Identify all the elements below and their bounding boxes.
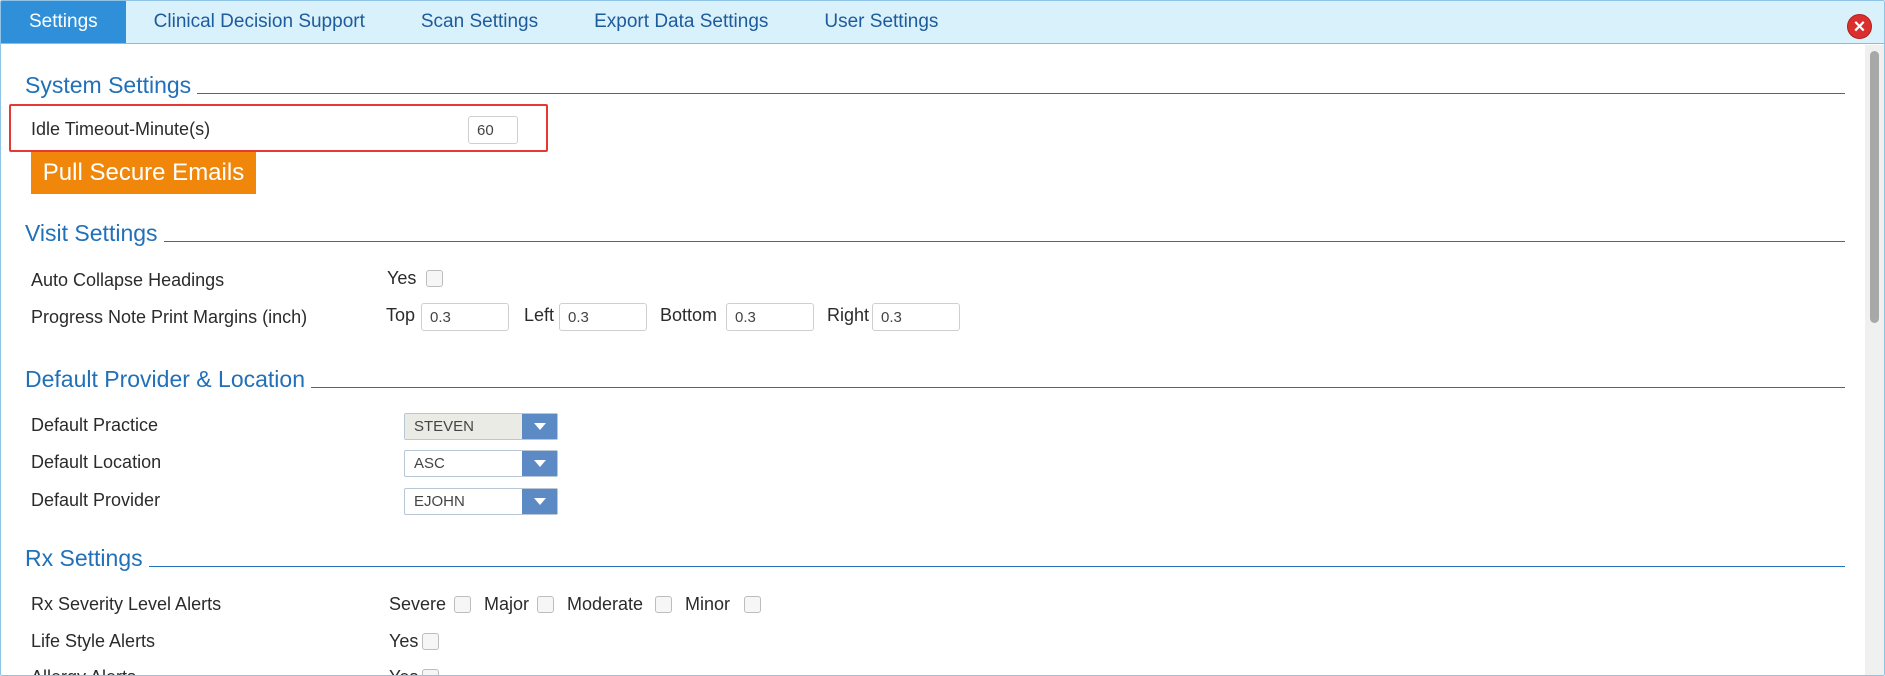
close-icon[interactable]: × — [1847, 14, 1872, 39]
system-settings-header: System Settings — [25, 72, 1845, 98]
tab-clinical-decision-support[interactable]: Clinical Decision Support — [126, 1, 393, 43]
idle-timeout-input[interactable] — [468, 116, 518, 144]
tab-scan-settings[interactable]: Scan Settings — [393, 1, 566, 43]
margin-left-input[interactable] — [559, 303, 647, 331]
tab-export-data-settings[interactable]: Export Data Settings — [566, 1, 796, 43]
default-location-select[interactable]: ASC — [404, 450, 558, 477]
section-divider — [311, 387, 1845, 388]
allergy-yes-label: Yes — [389, 667, 418, 675]
margin-left-label: Left — [524, 305, 555, 325]
lifestyle-alerts-label: Life Style Alerts — [31, 631, 156, 651]
pull-secure-emails-button[interactable]: Pull Secure Emails — [31, 151, 256, 194]
tab-bar: Settings Clinical Decision Support Scan … — [1, 1, 1884, 44]
visit-settings-title: Visit Settings — [25, 220, 158, 246]
visit-settings-header: Visit Settings — [25, 220, 1845, 246]
rx-settings-header: Rx Settings — [25, 545, 1845, 571]
allergy-checkbox[interactable] — [422, 669, 439, 675]
vertical-scrollbar[interactable] — [1865, 45, 1884, 675]
default-location-value: ASC — [414, 455, 445, 472]
default-location-label: Default Location — [31, 452, 162, 472]
lifestyle-yes-label: Yes — [389, 631, 419, 651]
severity-severe-checkbox[interactable] — [454, 596, 471, 613]
default-provider-label: Default Provider — [31, 490, 161, 510]
severity-moderate-label: Moderate — [567, 594, 644, 614]
default-practice-value: STEVEN — [405, 414, 522, 439]
auto-collapse-checkbox[interactable] — [426, 270, 443, 287]
margin-top-input[interactable] — [421, 303, 509, 331]
margin-right-label: Right — [827, 305, 870, 325]
lifestyle-checkbox[interactable] — [422, 633, 439, 650]
tab-settings[interactable]: Settings — [1, 1, 126, 43]
default-practice-select[interactable]: STEVEN — [404, 413, 558, 440]
chevron-down-icon[interactable] — [522, 451, 557, 476]
margin-bottom-label: Bottom — [660, 305, 718, 325]
severity-moderate-checkbox[interactable] — [655, 596, 672, 613]
auto-collapse-label: Auto Collapse Headings — [31, 270, 225, 290]
section-divider — [163, 241, 1845, 242]
rx-severity-label: Rx Severity Level Alerts — [31, 594, 222, 614]
scrollbar-thumb[interactable] — [1870, 51, 1879, 323]
auto-collapse-yes-label: Yes — [387, 268, 417, 288]
default-practice-label: Default Practice — [31, 415, 159, 435]
margins-label: Progress Note Print Margins (inch) — [31, 307, 308, 327]
severity-major-label: Major — [484, 594, 530, 614]
section-divider — [197, 93, 1845, 94]
severity-minor-checkbox[interactable] — [744, 596, 761, 613]
margin-right-input[interactable] — [872, 303, 960, 331]
settings-content: System Settings Idle Timeout-Minute(s) P… — [1, 45, 1867, 675]
severity-minor-label: Minor — [685, 594, 731, 614]
severity-severe-label: Severe — [389, 594, 447, 614]
default-provider-header: Default Provider & Location — [25, 366, 1845, 392]
allergy-alerts-label: Allergy Alerts — [31, 667, 136, 675]
settings-window: Settings Clinical Decision Support Scan … — [0, 0, 1885, 676]
margin-top-label: Top — [386, 305, 416, 325]
tab-user-settings[interactable]: User Settings — [796, 1, 966, 43]
idle-timeout-label: Idle Timeout-Minute(s) — [31, 119, 211, 139]
margin-bottom-input[interactable] — [726, 303, 814, 331]
rx-settings-title: Rx Settings — [25, 545, 143, 571]
system-settings-title: System Settings — [25, 72, 192, 98]
chevron-down-icon[interactable] — [522, 414, 557, 439]
default-provider-select[interactable]: EJOHN — [404, 488, 558, 515]
severity-major-checkbox[interactable] — [537, 596, 554, 613]
section-divider — [148, 566, 1845, 567]
default-provider-value: EJOHN — [414, 493, 465, 510]
default-provider-title: Default Provider & Location — [25, 366, 305, 392]
chevron-down-icon[interactable] — [522, 489, 557, 514]
